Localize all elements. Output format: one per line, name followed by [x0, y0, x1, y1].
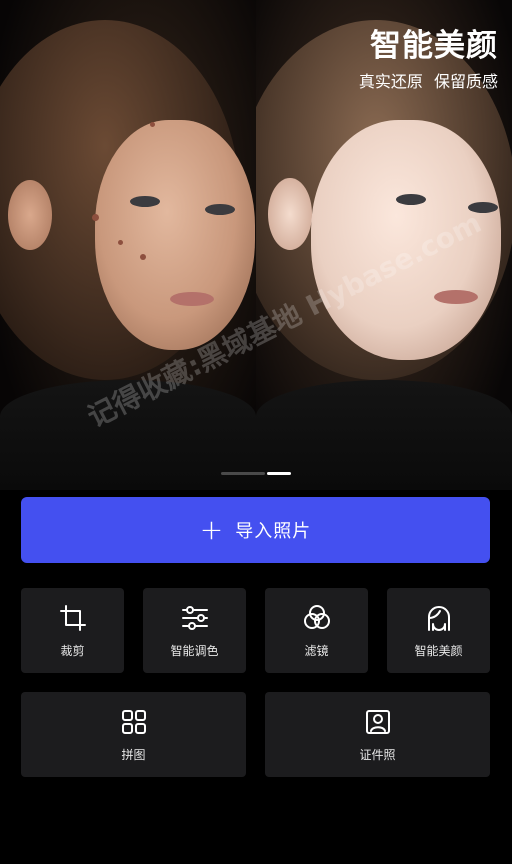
carousel-indicator-1[interactable]	[221, 472, 265, 475]
hero-banner[interactable]: 智能美颜 真实还原 保留质感 记得收藏:黑域基地 Hybase.com	[0, 0, 512, 490]
face-beauty-icon	[423, 602, 455, 634]
eye-left	[130, 196, 160, 207]
hero-subtitle: 真实还原 保留质感	[358, 72, 498, 91]
tool-smart-color-button[interactable]: 智能调色	[143, 588, 246, 673]
skin-spot	[118, 240, 123, 245]
tool-filter-button[interactable]: 滤镜	[265, 588, 368, 673]
carousel-indicator-2-active[interactable]	[267, 472, 291, 475]
skin-spot	[150, 122, 155, 127]
tool-label: 滤镜	[304, 644, 329, 658]
lips	[434, 290, 478, 304]
hero-title: 智能美颜	[370, 28, 498, 64]
lips	[170, 292, 214, 306]
eye-left	[396, 194, 426, 205]
skin-spot	[140, 254, 146, 260]
tool-crop-button[interactable]: 裁剪	[21, 588, 124, 673]
import-photo-label: 导入照片	[235, 521, 312, 542]
skin-spot	[92, 214, 99, 221]
tool-label: 智能美颜	[414, 644, 463, 658]
crop-icon	[57, 602, 89, 634]
eye-right	[205, 204, 235, 215]
tool-label: 裁剪	[60, 644, 85, 658]
tool-collage-button[interactable]: 拼图	[21, 692, 246, 777]
ear-shape	[268, 178, 312, 250]
tool-smart-beauty-button[interactable]: 智能美颜	[387, 588, 490, 673]
filter-icon	[301, 602, 333, 634]
ear-shape	[8, 180, 52, 250]
face-shape	[95, 120, 255, 350]
tool-label: 证件照	[359, 748, 396, 762]
plus-icon: +	[199, 513, 224, 546]
grid-icon	[118, 706, 150, 738]
id-photo-icon	[362, 706, 394, 738]
import-photo-button[interactable]: + 导入照片	[21, 497, 490, 563]
tool-id-photo-button[interactable]: 证件照	[265, 692, 490, 777]
tool-label: 智能调色	[170, 644, 219, 658]
shirt-shape	[256, 380, 512, 490]
tool-label: 拼图	[121, 748, 146, 762]
sliders-icon	[179, 602, 211, 634]
